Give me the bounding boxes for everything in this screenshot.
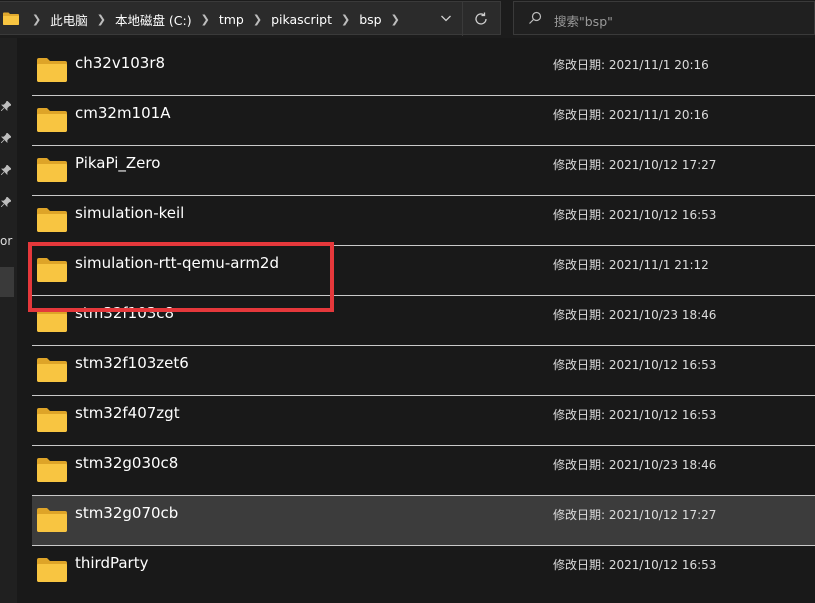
file-name: ch32v103r8 xyxy=(75,54,166,72)
modified-date: 修改日期: 2021/10/12 16:53 xyxy=(553,358,717,372)
list-item[interactable]: simulation-keil 修改日期: 2021/10/12 16:53 xyxy=(32,195,815,245)
folder-icon xyxy=(37,258,67,282)
modified-date: 修改日期: 2021/10/12 16:53 xyxy=(553,208,717,222)
list-item[interactable]: PikaPi_Zero 修改日期: 2021/10/12 17:27 xyxy=(32,145,815,195)
file-name: simulation-rtt-qemu-arm2d xyxy=(75,254,280,272)
folder-icon xyxy=(37,508,67,532)
modified-date: 修改日期: 2021/10/23 18:46 xyxy=(553,458,717,472)
list-item[interactable]: stm32g070cb 修改日期: 2021/10/12 17:27 xyxy=(32,495,815,545)
row-divider xyxy=(32,95,815,96)
folder-icon xyxy=(37,408,67,432)
folder-icon xyxy=(37,558,67,582)
folder-icon xyxy=(37,158,67,182)
folder-icon xyxy=(37,108,67,132)
row-divider xyxy=(32,195,815,196)
list-item[interactable]: cm32m101A 修改日期: 2021/11/1 20:16 xyxy=(32,95,815,145)
row-divider xyxy=(32,445,815,446)
list-item[interactable]: simulation-rtt-qemu-arm2d 修改日期: 2021/11/1… xyxy=(32,245,815,295)
modified-date: 修改日期: 2021/11/1 21:12 xyxy=(553,258,709,272)
list-item[interactable]: stm32f407zgt 修改日期: 2021/10/12 16:53 xyxy=(32,395,815,445)
row-divider xyxy=(32,345,815,346)
row-divider xyxy=(32,245,815,246)
row-divider xyxy=(32,545,815,546)
folder-icon xyxy=(37,208,67,232)
modified-date: 修改日期: 2021/10/12 16:53 xyxy=(553,408,717,422)
list-item[interactable]: stm32f103zet6 修改日期: 2021/10/12 16:53 xyxy=(32,345,815,395)
file-name: stm32g070cb xyxy=(75,504,179,522)
modified-date: 修改日期: 2021/10/23 18:46 xyxy=(553,308,717,322)
modified-date: 修改日期: 2021/10/12 17:27 xyxy=(553,158,717,172)
folder-icon xyxy=(37,358,67,382)
modified-date: 修改日期: 2021/11/1 20:16 xyxy=(553,108,709,122)
file-name: stm32g030c8 xyxy=(75,454,179,472)
folder-icon xyxy=(37,308,67,332)
row-divider xyxy=(32,395,815,396)
list-item[interactable]: stm32g030c8 修改日期: 2021/10/23 18:46 xyxy=(32,445,815,495)
file-list: ch32v103r8 修改日期: 2021/11/1 20:16 cm32m101A… xyxy=(0,0,815,603)
list-item[interactable]: ch32v103r8 修改日期: 2021/11/1 20:16 xyxy=(32,45,815,95)
list-item[interactable]: thirdParty 修改日期: 2021/10/12 16:53 xyxy=(32,545,815,595)
file-name: cm32m101A xyxy=(75,104,171,122)
file-name: PikaPi_Zero xyxy=(75,154,161,172)
file-name: stm32f103c8 xyxy=(75,304,175,322)
row-divider xyxy=(32,495,815,496)
row-divider xyxy=(32,295,815,296)
modified-date: 修改日期: 2021/10/12 16:53 xyxy=(553,558,717,572)
file-name: stm32f407zgt xyxy=(75,404,180,422)
modified-date: 修改日期: 2021/11/1 20:16 xyxy=(553,58,709,72)
file-name: stm32f103zet6 xyxy=(75,354,189,372)
file-name: thirdParty xyxy=(75,554,149,572)
file-name: simulation-keil xyxy=(75,204,185,222)
folder-icon xyxy=(37,458,67,482)
list-item[interactable]: stm32f103c8 修改日期: 2021/10/23 18:46 xyxy=(32,295,815,345)
folder-icon xyxy=(37,58,67,82)
modified-date: 修改日期: 2021/10/12 17:27 xyxy=(553,508,717,522)
row-divider xyxy=(32,145,815,146)
